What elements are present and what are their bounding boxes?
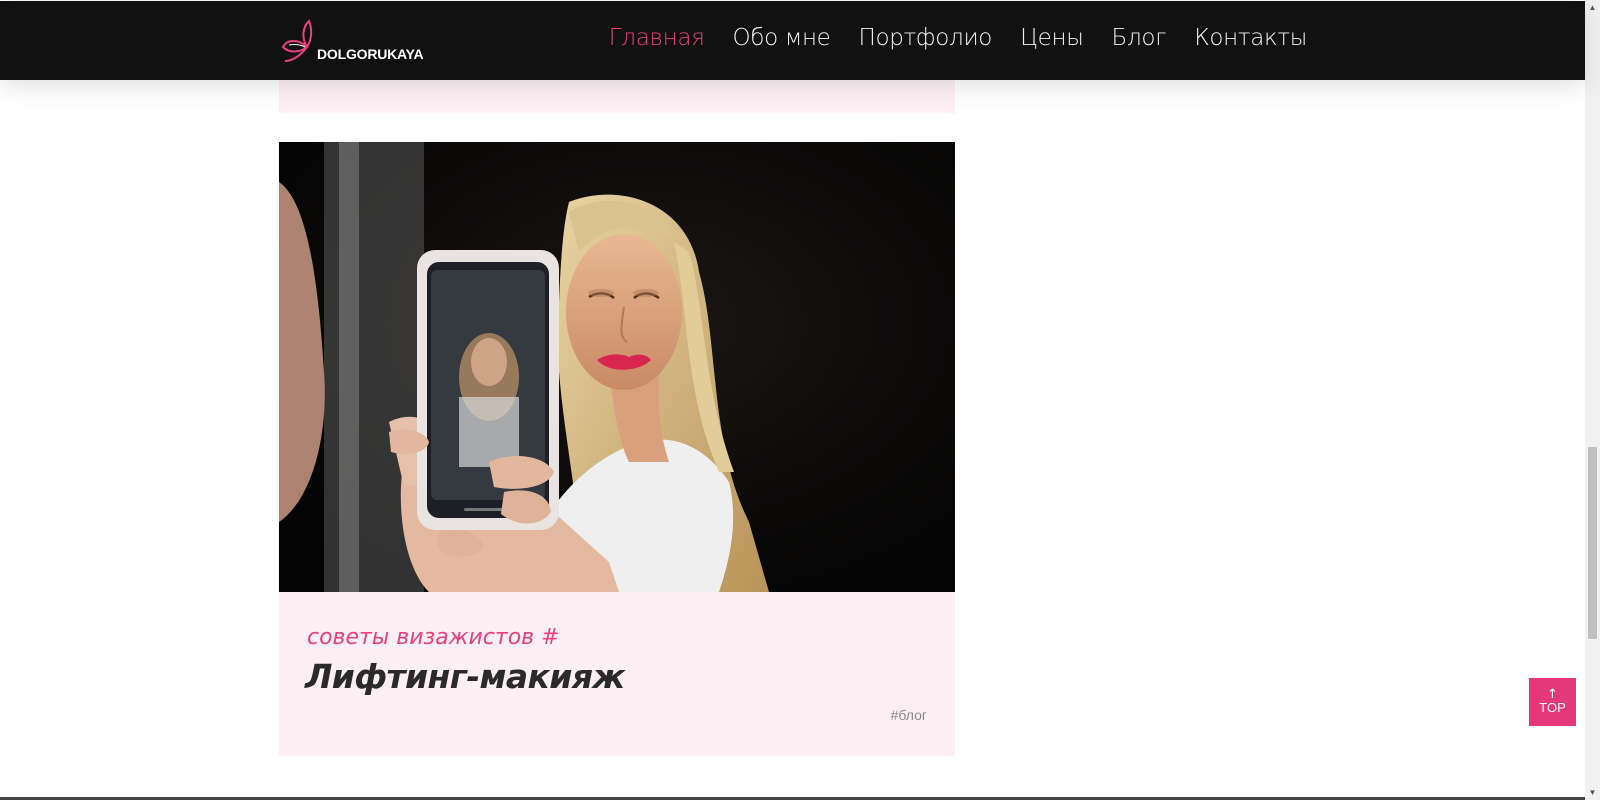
post-title[interactable]: Лифтинг-макияж [305, 657, 625, 696]
site-header: DOLGORUKAYA Главная Обо мне Портфолио Це… [0, 1, 1585, 80]
nav-item-contacts[interactable]: Контакты [1194, 25, 1307, 51]
post-category[interactable]: советы визажистов # [307, 625, 560, 650]
top-button-label: TOP [1539, 700, 1566, 715]
nav-item-portfolio[interactable]: Портфолио [859, 25, 993, 51]
butterfly-logo-icon [281, 19, 313, 62]
post-tag[interactable]: #блог [891, 707, 927, 723]
scrollbar-thumb[interactable] [1588, 447, 1597, 639]
nav-item-about[interactable]: Обо мне [733, 25, 831, 51]
post-photo[interactable] [279, 142, 955, 592]
previous-post-card [279, 80, 955, 113]
scroll-to-top-button[interactable]: ↑ TOP [1529, 678, 1576, 726]
site-logo[interactable]: DOLGORUKAYA [281, 17, 424, 65]
scroll-up-icon[interactable]: ▲ [1588, 3, 1597, 12]
logo-text: DOLGORUKAYA [317, 46, 424, 62]
scroll-down-icon[interactable]: ▼ [1588, 788, 1597, 797]
main-nav: Главная Обо мне Портфолио Цены Блог Конт… [609, 25, 1308, 51]
nav-item-blog[interactable]: Блог [1112, 25, 1167, 51]
blog-post-card[interactable]: советы визажистов # Лифтинг-макияж #блог [279, 142, 955, 756]
page-scrollbar[interactable]: ▲ ▼ [1585, 0, 1600, 800]
nav-item-prices[interactable]: Цены [1020, 25, 1084, 51]
nav-item-home[interactable]: Главная [609, 25, 705, 51]
